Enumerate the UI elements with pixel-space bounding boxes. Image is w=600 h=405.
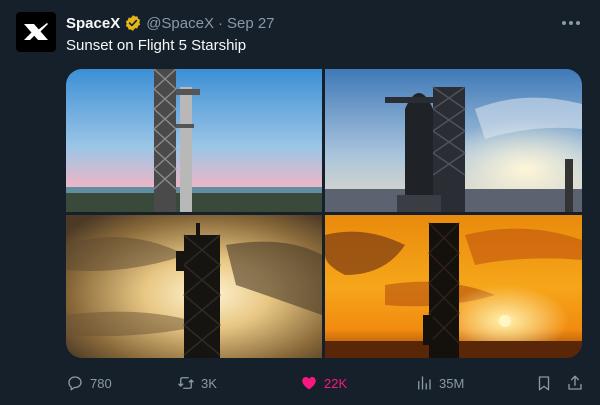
media-photo[interactable] xyxy=(66,69,322,212)
verified-badge-icon xyxy=(126,15,141,31)
like-icon xyxy=(302,377,316,390)
tweet-header: SpaceX @SpaceX · Sep 27 xyxy=(66,12,275,34)
share-icon xyxy=(568,375,582,390)
spacex-logo-icon xyxy=(24,23,48,40)
reply-button[interactable]: 780 xyxy=(66,372,112,394)
like-button[interactable]: 22K xyxy=(300,372,347,394)
tweet-text: Sunset on Flight 5 Starship xyxy=(66,37,247,54)
share-button[interactable] xyxy=(566,372,584,394)
action-bar: 780 3K 22K 35M xyxy=(66,372,586,394)
retweet-count: 3K xyxy=(201,375,217,391)
bookmark-icon xyxy=(538,376,550,391)
media-photo[interactable] xyxy=(325,69,582,212)
author-handle[interactable]: @SpaceX xyxy=(146,15,214,32)
more-button[interactable] xyxy=(560,14,582,32)
tweet-date[interactable]: Sep 27 xyxy=(227,15,275,32)
author-name[interactable]: SpaceX xyxy=(66,15,120,32)
views-icon xyxy=(418,376,431,390)
views-button[interactable]: 35M xyxy=(415,372,464,394)
separator-dot: · xyxy=(217,14,223,32)
more-icon xyxy=(562,21,580,25)
avatar[interactable] xyxy=(16,12,56,52)
media-grid xyxy=(66,69,582,358)
media-photo[interactable] xyxy=(66,215,322,358)
like-count: 22K xyxy=(324,375,348,391)
reply-icon xyxy=(68,376,82,391)
bookmark-button[interactable] xyxy=(535,372,553,394)
views-count: 35M xyxy=(439,375,465,391)
tweet: SpaceX @SpaceX · Sep 27 Sunset on Flight… xyxy=(0,0,600,405)
retweet-icon xyxy=(178,377,194,389)
reply-count: 780 xyxy=(90,375,112,391)
media-photo[interactable] xyxy=(325,215,582,358)
retweet-button[interactable]: 3K xyxy=(177,372,217,394)
